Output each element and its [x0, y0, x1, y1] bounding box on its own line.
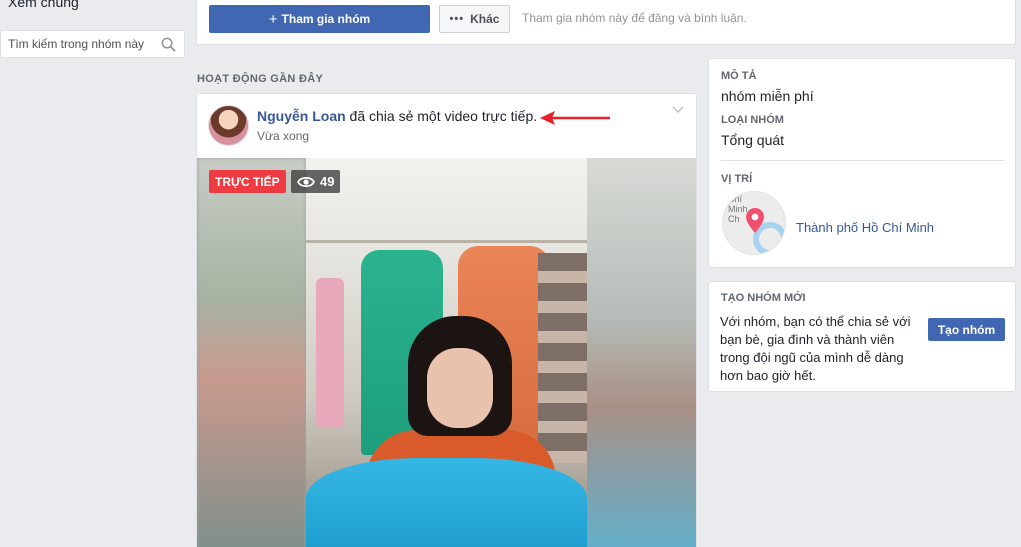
location-map[interactable]: Chí Minh Ch [722, 191, 786, 255]
chevron-down-icon[interactable] [672, 106, 684, 114]
post-headline: Nguyễn Loan đã chia sẻ một video trực ti… [257, 108, 537, 124]
see-all-link[interactable]: Xem chung [8, 0, 79, 10]
post-action-text: đã chia sẻ một video trực tiếp. [345, 108, 538, 124]
author-name-link[interactable]: Nguyễn Loan [257, 108, 346, 124]
live-badge: TRỰC TIẾP [209, 170, 286, 193]
map-pin-icon [746, 208, 764, 233]
group-type-label: LOẠI NHÓM [721, 114, 784, 126]
post-header: Nguyễn Loan đã chia sẻ một video trực ti… [197, 94, 696, 158]
more-label: Khác [470, 12, 500, 26]
blue-fabric [306, 458, 587, 547]
author-avatar[interactable] [208, 105, 249, 146]
pink-garment [316, 278, 344, 428]
activity-post: Nguyễn Loan đã chia sẻ một video trực ti… [196, 93, 697, 547]
about-card: MÔ TẢ nhóm miễn phí LOẠI NHÓM Tổng quát … [708, 58, 1016, 268]
recent-activity-heading: HOẠT ĐỘNG GẦN ĐÂY [197, 73, 324, 85]
group-search-input[interactable] [1, 37, 151, 51]
post-timestamp[interactable]: Vừa xong [257, 129, 309, 143]
group-action-bar: + Tham gia nhóm ••• Khác Tham gia nhóm n… [196, 0, 1016, 45]
viewer-count-badge: 49 [291, 170, 341, 193]
more-dots-icon: ••• [449, 13, 465, 25]
more-button[interactable]: ••• Khác [439, 5, 510, 33]
create-group-description: Với nhóm, bạn có thể chia sẻ với bạn bè,… [720, 314, 911, 383]
left-column: Xem chung [0, 0, 185, 547]
description-label: MÔ TẢ [721, 70, 757, 82]
fabric-shelf [538, 253, 587, 463]
description-value: nhóm miễn phí [721, 88, 814, 104]
presenter-face [427, 348, 493, 428]
create-group-button[interactable]: Tạo nhóm [928, 318, 1005, 341]
location-label: VỊ TRÍ [721, 173, 753, 185]
clothes-rack [306, 240, 587, 243]
location-link[interactable]: Thành phố Hồ Chí Minh [796, 220, 934, 235]
join-group-button[interactable]: + Tham gia nhóm [209, 5, 430, 33]
annotation-arrow-icon [540, 111, 610, 125]
plus-icon: + [268, 10, 278, 28]
video-blur-right [587, 158, 696, 547]
group-search-box[interactable] [0, 30, 185, 58]
live-video-player[interactable]: TRỰC TIẾP 49 [197, 158, 696, 547]
video-blur-left [197, 158, 306, 547]
join-hint-text: Tham gia nhóm này để đăng và bình luận. [522, 11, 747, 25]
create-group-heading: TẠO NHÓM MỚI [721, 292, 806, 304]
viewer-count: 49 [320, 174, 335, 189]
create-group-card: TẠO NHÓM MỚI Với nhóm, bạn có thể chia s… [708, 281, 1016, 392]
divider [721, 160, 1004, 161]
join-group-label: Tham gia nhóm [281, 12, 371, 26]
video-frame [306, 158, 587, 547]
search-icon[interactable] [161, 37, 176, 52]
eye-icon [297, 176, 315, 187]
group-type-value: Tổng quát [721, 132, 785, 148]
